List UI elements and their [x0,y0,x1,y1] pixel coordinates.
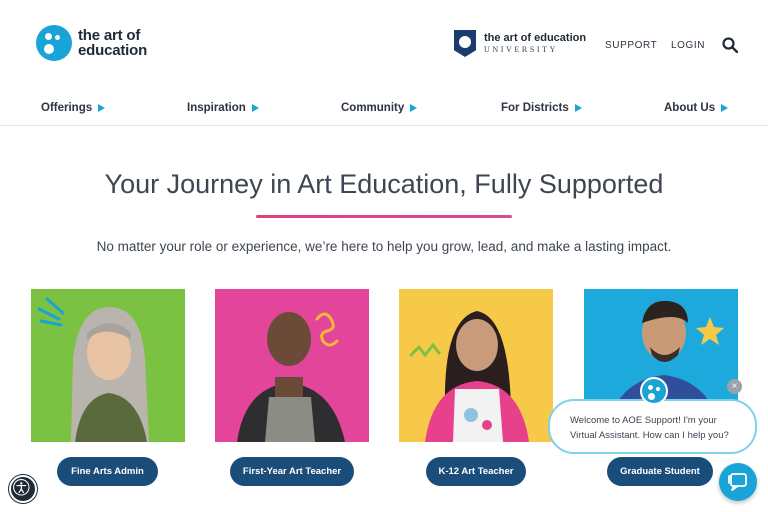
card-fine-arts-admin[interactable] [31,289,185,442]
university-logo[interactable]: the art of education UNIVERSITY [454,30,586,57]
first-year-art-teacher-button[interactable]: First-Year Art Teacher [230,457,354,486]
chat-welcome-bubble[interactable]: Welcome to AOE Support! I'm your Virtual… [548,399,757,454]
chat-message-line-1: Welcome to AOE Support! I'm your [570,415,717,426]
shield-icon [454,30,476,57]
login-link[interactable]: LOGIN [671,40,705,51]
triangle-right-icon [721,104,729,112]
accessibility-icon [13,479,30,496]
chat-launcher-button[interactable] [719,463,757,501]
assistant-avatar-icon [640,377,668,405]
triangle-right-icon [251,104,259,112]
logo-wordmark: the art of education [78,28,147,58]
person-photo [409,311,529,442]
graduate-student-button[interactable]: Graduate Student [607,457,713,486]
fine-arts-admin-button[interactable]: Fine Arts Admin [57,457,158,486]
nav-label: Offerings [41,102,93,114]
person-photo [237,312,345,442]
nav-community[interactable]: Community [341,102,418,114]
triangle-right-icon [574,104,582,112]
nav-label: Community [341,102,405,114]
nav-inspiration[interactable]: Inspiration [187,102,259,114]
person-photo [37,297,149,442]
university-subtitle: UNIVERSITY [484,45,558,54]
page: the art of education the art of educatio… [0,0,768,512]
nav-label: Inspiration [187,102,246,114]
triangle-right-icon [410,104,418,112]
k12-art-teacher-button[interactable]: K-12 Art Teacher [426,457,526,486]
card-first-year-art-teacher[interactable] [215,289,369,442]
chat-message-line-2: Virtual Assistant. How can I help you? [570,430,729,441]
chat-close-icon[interactable]: × [727,379,742,394]
palette-logo-icon [36,25,72,61]
hero-title: Your Journey in Art Education, Fully Sup… [104,169,664,199]
accessibility-button[interactable] [9,475,37,503]
nav-label: About Us [664,102,716,114]
support-link[interactable]: SUPPORT [605,40,657,51]
university-title: the art of education [484,32,587,44]
logo-line-2: education [78,42,148,59]
site-logo[interactable]: the art of education [36,25,147,61]
hero-subtitle: No matter your role or experience, we’re… [96,239,672,254]
nav-offerings[interactable]: Offerings [41,102,106,114]
main-nav: Offerings Inspiration Community For Dist… [0,96,768,126]
nav-about-us[interactable]: About Us [664,102,729,114]
hero-underline [256,215,512,218]
triangle-right-icon [98,104,106,112]
search-icon[interactable] [722,37,738,53]
logo-line-1: the art of [78,27,141,44]
card-k12-art-teacher[interactable] [399,289,553,442]
nav-label: For Districts [501,102,569,114]
chat-bubbles-icon [728,473,747,491]
nav-for-districts[interactable]: For Districts [501,102,582,114]
